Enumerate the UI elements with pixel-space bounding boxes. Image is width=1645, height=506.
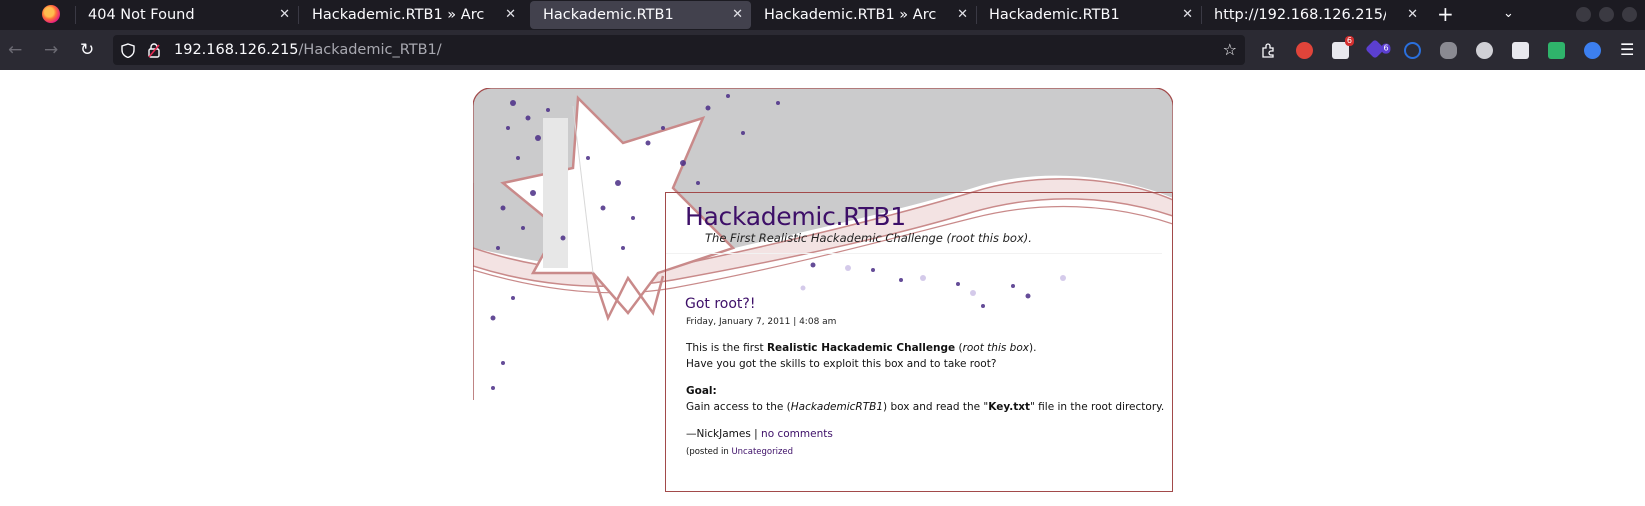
tab-archives-2[interactable]: Hackademic.RTB1 » Archives ✕: [751, 0, 976, 30]
extension-6-icon[interactable]: [1476, 42, 1493, 59]
url-bar[interactable]: 192.168.126.215/Hackademic_RTB1/ ☆: [113, 35, 1245, 65]
text-bold: Realistic Hackademic Challenge: [766, 342, 956, 354]
tab-404-not-found[interactable]: 404 Not Found ✕: [75, 0, 298, 30]
text: Gain access to the (: [686, 401, 791, 413]
extension-3-icon[interactable]: 6: [1365, 39, 1391, 59]
text-italic: root this box: [962, 342, 1029, 354]
text: ).: [1028, 342, 1037, 354]
blog-tagline: The First Realistic Hackademic Challenge…: [705, 231, 1032, 245]
tab-archives[interactable]: Hackademic.RTB1 » Archives ✕: [299, 0, 524, 30]
url-text[interactable]: 192.168.126.215/Hackademic_RTB1/: [174, 35, 442, 65]
extension-8-icon[interactable]: [1548, 42, 1565, 59]
goal-text: Gain access to the (HackademicRTB1) box …: [686, 401, 1164, 413]
text-bold: Key.txt: [988, 401, 1031, 413]
extension-7-icon[interactable]: [1512, 42, 1529, 59]
post-category-line: (posted in Uncategorized: [686, 447, 793, 457]
extension-badge: 6: [1344, 36, 1354, 46]
close-icon[interactable]: ✕: [279, 0, 290, 30]
bookmark-star-icon[interactable]: ☆: [1223, 35, 1237, 65]
tab-title: Hackademic.RTB1: [543, 7, 674, 23]
firefox-icon[interactable]: [42, 5, 60, 23]
category-link[interactable]: Uncategorized: [731, 447, 793, 457]
posted-in-label: (posted in: [686, 447, 732, 457]
close-icon[interactable]: ✕: [1407, 0, 1418, 30]
text: ) box and read the ": [883, 401, 989, 413]
tab-hackademic-2[interactable]: Hackademic.RTB1 ✕: [976, 0, 1201, 30]
text: This is the first: [686, 342, 767, 354]
tab-url[interactable]: http://192.168.126.215/Hackademic ✕: [1201, 0, 1426, 30]
header-divider: [666, 253, 1162, 254]
post-date: Friday, January 7, 2011 | 4:08 am: [686, 317, 837, 327]
back-icon[interactable]: ←: [8, 30, 22, 70]
new-tab-button[interactable]: +: [1437, 0, 1454, 28]
text: " file in the root directory.: [1030, 401, 1165, 413]
extension-badge: 6: [1381, 43, 1391, 54]
comments-link[interactable]: no comments: [761, 428, 833, 440]
post-paragraph-1: This is the first Realistic Hackademic C…: [686, 342, 1036, 354]
close-icon[interactable]: ✕: [1182, 0, 1193, 30]
url-path: /Hackademic_RTB1/: [298, 42, 442, 58]
tab-title: Hackademic.RTB1 » Archives: [312, 7, 484, 23]
extension-1-icon[interactable]: [1296, 42, 1313, 59]
close-icon[interactable]: ✕: [732, 1, 743, 29]
extension-4-icon[interactable]: [1404, 42, 1421, 59]
lock-warning-icon[interactable]: [148, 43, 160, 58]
blog-title[interactable]: Hackademic.RTB1: [685, 202, 906, 231]
url-host: 192.168.126.215: [174, 42, 299, 58]
minimize-button[interactable]: [1576, 7, 1591, 22]
extensions-puzzle-icon[interactable]: [1260, 42, 1277, 59]
separator: |: [750, 428, 762, 440]
extension-5-icon[interactable]: [1440, 42, 1457, 59]
post-author: —NickJames: [686, 428, 751, 440]
menu-hamburger-icon[interactable]: ☰: [1620, 30, 1634, 70]
tab-title: http://192.168.126.215/Hackademic: [1214, 7, 1386, 23]
post-paragraph-2: Have you got the skills to exploit this …: [686, 358, 997, 370]
shield-icon[interactable]: [121, 43, 135, 58]
goal-label: Goal:: [686, 385, 717, 397]
maximize-button[interactable]: [1599, 7, 1614, 22]
tab-bar: 404 Not Found ✕ Hackademic.RTB1 » Archiv…: [0, 0, 1645, 30]
forward-icon[interactable]: →: [44, 30, 58, 70]
text: (: [955, 342, 963, 354]
extension-9-icon[interactable]: [1584, 42, 1601, 59]
extension-2-icon[interactable]: 6: [1332, 36, 1354, 59]
close-icon[interactable]: ✕: [505, 0, 516, 30]
tab-hackademic-active[interactable]: Hackademic.RTB1 ✕: [530, 1, 751, 29]
navigation-toolbar: ← → ↻ 192.168.126.215/Hackademic_RTB1/ ☆…: [0, 30, 1645, 70]
list-all-tabs-button[interactable]: ⌄: [1503, 0, 1514, 28]
close-window-button[interactable]: [1622, 7, 1637, 22]
tab-title: Hackademic.RTB1: [989, 7, 1120, 23]
post-meta: —NickJames | no comments: [686, 428, 833, 440]
tab-title: Hackademic.RTB1 » Archives: [764, 7, 936, 23]
text-italic: HackademicRTB1: [790, 401, 884, 413]
close-icon[interactable]: ✕: [957, 0, 968, 30]
post-title[interactable]: Got root?!: [685, 296, 755, 312]
tab-title: 404 Not Found: [88, 7, 195, 23]
reload-icon[interactable]: ↻: [80, 30, 94, 70]
